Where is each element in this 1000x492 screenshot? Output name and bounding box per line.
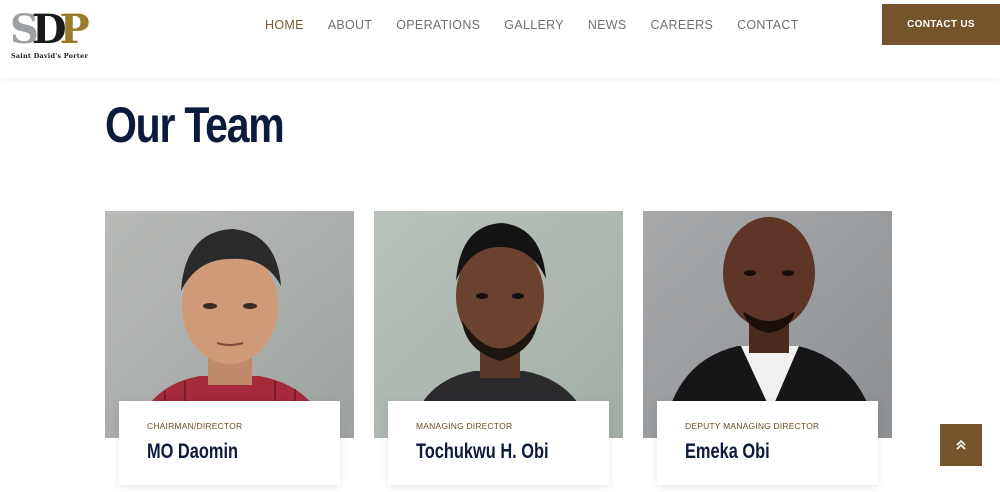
logo-subtitle: Saint David's Porter (11, 52, 88, 60)
scroll-to-top-button[interactable] (940, 424, 982, 466)
team-member-role: DEPUTY MANAGING DIRECTOR (685, 421, 820, 431)
nav-careers[interactable]: CAREERS (651, 17, 714, 33)
team-member-role: MANAGING DIRECTOR (416, 421, 513, 431)
nav-about[interactable]: ABOUT (328, 17, 373, 33)
nav-home[interactable]: HOME (265, 17, 304, 33)
site-header: SDP Saint David's Porter HOME ABOUT OPER… (0, 0, 1000, 78)
logo-letter-d: D (31, 6, 67, 53)
section-title: Our Team (105, 97, 285, 153)
team-card[interactable]: MANAGING DIRECTOR Tochukwu H. Obi (374, 211, 623, 485)
nav-contact[interactable]: CONTACT (737, 17, 799, 33)
team-member-role: CHAIRMAN/DIRECTOR (147, 421, 243, 431)
nav-gallery[interactable]: GALLERY (504, 17, 564, 33)
team-member-name: Emeka Obi (685, 440, 770, 463)
team-card[interactable]: DEPUTY MANAGING DIRECTOR Emeka Obi (643, 211, 892, 485)
site-logo[interactable]: SDP Saint David's Porter (10, 8, 96, 61)
team-member-info: CHAIRMAN/DIRECTOR MO Daomin (119, 401, 340, 485)
nav-operations[interactable]: OPERATIONS (396, 17, 480, 33)
team-card[interactable]: CHAIRMAN/DIRECTOR MO Daomin (105, 211, 354, 485)
team-member-name: MO Daomin (147, 440, 239, 463)
contact-us-button[interactable]: CONTACT US (882, 4, 1000, 45)
nav-news[interactable]: NEWS (588, 17, 627, 33)
main-nav: HOME ABOUT OPERATIONS GALLERY NEWS CAREE… (265, 17, 823, 33)
logo-letter-s: S (10, 6, 39, 53)
team-member-info: DEPUTY MANAGING DIRECTOR Emeka Obi (657, 401, 878, 485)
logo-mark: SDP (10, 8, 96, 52)
team-member-info: MANAGING DIRECTOR Tochukwu H. Obi (388, 401, 609, 485)
logo-letter-p: P (59, 6, 90, 53)
team-member-name: Tochukwu H. Obi (416, 440, 549, 463)
double-chevron-up-icon (956, 439, 966, 450)
